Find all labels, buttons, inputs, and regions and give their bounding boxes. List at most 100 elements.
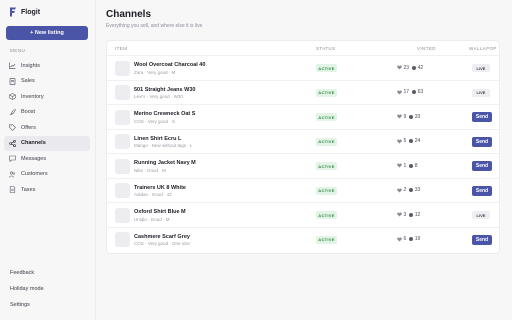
item-meta: COS · Very good · One size — [134, 241, 190, 246]
send-button[interactable]: Send — [472, 234, 492, 245]
views-count: 33 — [414, 113, 421, 120]
document-icon — [9, 186, 16, 194]
likes-count: 17 — [403, 89, 410, 95]
feedback-link[interactable]: Feedback — [10, 270, 34, 276]
status-badge: ACTIVE — [316, 186, 337, 195]
sidebar-item-sales[interactable]: Sales — [4, 74, 90, 90]
vinted-stats: 9 33 — [397, 114, 435, 120]
views-dot-icon — [409, 163, 414, 168]
views-count: 8 — [414, 162, 418, 169]
item-name[interactable]: Cashmere Scarf Grey — [134, 234, 190, 240]
sidebar-item-boost[interactable]: Boost — [4, 105, 90, 121]
page-title: Channels — [106, 9, 152, 20]
item-thumbnail — [115, 158, 130, 174]
tag-icon — [9, 124, 16, 132]
table-row[interactable]: Linen Shirt Ecru L Mango · New without ta… — [107, 128, 499, 154]
status-badge: ACTIVE — [316, 64, 337, 72]
table-row[interactable]: Trainers UK 8 White Adidas · Good · 42 ACT… — [107, 177, 499, 203]
holiday-mode-link[interactable]: Holiday mode — [10, 286, 44, 292]
item-thumbnail — [115, 60, 130, 76]
sidebar-item-messages[interactable]: Messages — [4, 151, 90, 167]
sidebar-item-customers[interactable]: Customers — [4, 167, 90, 183]
views-dot-icon — [409, 139, 414, 143]
vinted-stats: 6 19 — [397, 236, 435, 242]
views-count: 19 — [414, 236, 421, 242]
heart-icon — [397, 187, 402, 193]
table-header: ITEM STATUS VINTED WALLAPOP — [107, 41, 499, 55]
table-row[interactable]: Wool Overcoat Charcoal 40 Zara · Very goo… — [107, 55, 499, 80]
sidebar-item-insights[interactable]: Insights — [4, 58, 90, 74]
send-button[interactable]: Send — [472, 136, 492, 147]
column-item: ITEM — [115, 46, 128, 51]
views-dot-icon — [409, 212, 414, 217]
heart-icon — [397, 89, 402, 95]
item-thumbnail — [115, 109, 130, 125]
sidebar-item-inventory[interactable]: Inventory — [4, 89, 90, 105]
item-name[interactable]: Oxford Shirt Blue M — [134, 209, 186, 215]
table-row[interactable]: Running Jacket Navy M Nike · Good · M ACTI… — [107, 153, 499, 178]
item-name[interactable]: 501 Straight Jeans W30 — [134, 87, 195, 93]
table-row[interactable]: Cashmere Scarf Grey COS · Very good · One… — [107, 226, 499, 252]
menu-label: MENU — [10, 48, 26, 53]
chat-icon — [9, 155, 16, 163]
column-vinted: VINTED — [417, 46, 436, 51]
live-badge: LIVE — [472, 64, 490, 72]
views-count: 12 — [414, 211, 421, 218]
table-row[interactable]: Merino Crewneck Oat S COS · Very good · S… — [107, 104, 499, 129]
item-meta: Nike · Good · M — [134, 167, 166, 173]
users-icon — [9, 171, 16, 178]
sidebar-item-label: Sales — [21, 78, 35, 85]
sidebar-item-label: Inventory — [21, 93, 44, 100]
heart-icon — [397, 65, 402, 70]
likes-count: 6 — [403, 236, 407, 242]
column-wallapop: WALLAPOP — [469, 46, 497, 51]
item-name[interactable]: Wool Overcoat Charcoal 40 — [134, 62, 205, 68]
item-meta: Mango · New without tags · L — [134, 143, 193, 148]
item-thumbnail — [115, 207, 130, 223]
likes-count: 23 — [403, 64, 410, 71]
likes-count: 1 — [403, 162, 407, 169]
send-button[interactable]: Send — [472, 112, 492, 122]
item-thumbnail — [115, 134, 130, 149]
column-status: STATUS — [316, 46, 336, 51]
vinted-stats: 18 — [397, 163, 435, 169]
new-listing-button[interactable]: + New listing — [6, 26, 88, 40]
views-dot-icon — [409, 237, 414, 241]
settings-link[interactable]: Settings — [10, 302, 30, 308]
status-badge: ACTIVE — [316, 235, 337, 244]
sidebar-item-channels[interactable]: Channels — [4, 135, 90, 151]
brand-name: Flogit — [21, 8, 41, 16]
views-count: 24 — [414, 138, 421, 144]
send-button[interactable]: Send — [472, 161, 492, 171]
sidebar-item-taxes[interactable]: Taxes — [4, 182, 90, 198]
heart-icon — [397, 163, 402, 168]
item-name[interactable]: Merino Crewneck Oat S — [134, 111, 195, 117]
views-dot-icon — [412, 90, 417, 94]
send-button[interactable]: Send — [472, 185, 492, 196]
status-badge: ACTIVE — [316, 88, 337, 97]
status-badge: ACTIVE — [316, 113, 337, 121]
flogit-logo-icon — [9, 7, 17, 17]
likes-count: 3 — [403, 211, 407, 218]
sidebar-item-offers[interactable]: Offers — [4, 120, 90, 136]
sidebar: Flogit + New listing MENU Insights Sales I… — [0, 0, 96, 320]
likes-count: 9 — [403, 113, 407, 120]
sidebar-item-label: Boost — [21, 109, 36, 116]
sidebar-item-label: Offers — [21, 124, 36, 131]
likes-count: 2 — [403, 187, 407, 193]
item-name[interactable]: Trainers UK 8 White — [134, 185, 186, 191]
item-name[interactable]: Linen Shirt Ecru L — [134, 136, 181, 142]
status-badge: ACTIVE — [316, 137, 337, 146]
item-thumbnail — [115, 183, 130, 198]
views-dot-icon — [409, 188, 414, 192]
brand[interactable]: Flogit — [9, 6, 40, 18]
heart-icon — [397, 236, 402, 242]
box-icon — [9, 93, 16, 101]
item-name[interactable]: Running Jacket Navy M — [134, 160, 196, 166]
table-row[interactable]: Oxford Shirt Blue M Uniqlo · Good · M ACTI… — [107, 202, 499, 227]
live-badge: LIVE — [472, 211, 490, 219]
channels-table: ITEM STATUS VINTED WALLAPOP Wool Overcoa… — [106, 40, 500, 254]
table-row[interactable]: 501 Straight Jeans W30 Levi's · Very good… — [107, 79, 499, 105]
heart-icon — [397, 114, 402, 119]
share-icon — [9, 139, 16, 147]
